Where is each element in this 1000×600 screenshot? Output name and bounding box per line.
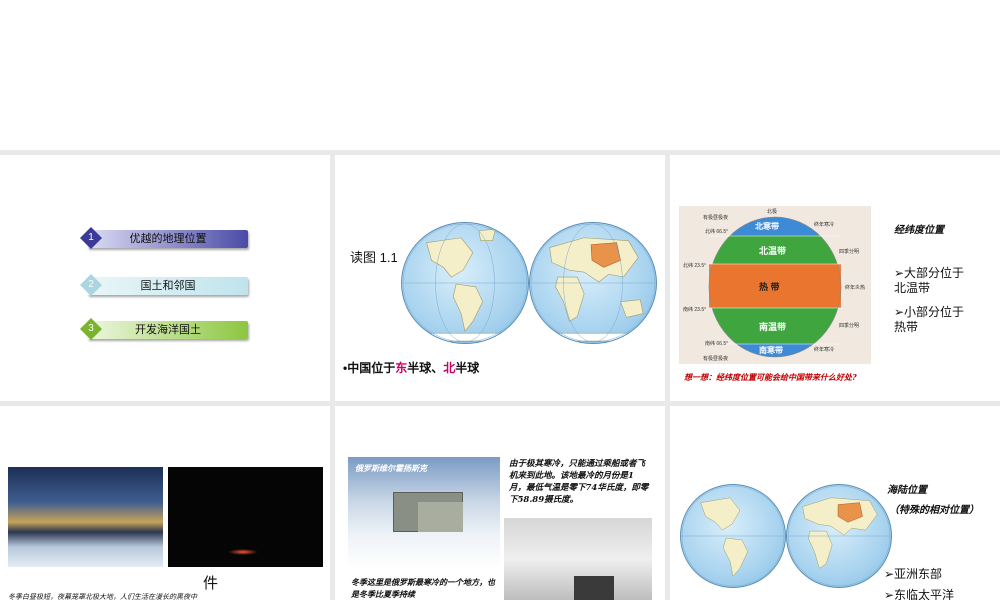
polar-day-north-label: 有极昼极夜 [703, 215, 729, 221]
land-sea-subheading: （特殊的相对位置） [889, 505, 979, 516]
arctic-circle-label: 北纬 66.5° [705, 229, 729, 235]
winter-text: 冬季这里是俄罗斯最寒冷的一个地方，也是冬季比夏季持续 [351, 577, 495, 599]
western-hemisphere-globe [401, 222, 529, 344]
menu-item-location[interactable]: 优越的地理位置 1 [80, 227, 248, 249]
slide-thumbnail-6[interactable]: 海陆位置 （特殊的相对位置） ➢亚洲东部 ➢东临太平洋 [670, 406, 1000, 600]
diamond-number-icon: 1 [80, 227, 102, 249]
night-caption: 冬季白昼极短，夜幕笼罩北极大地，人们生活在漫长的黑夜中 [8, 593, 197, 600]
menu-label: 优越的地理位置 [129, 233, 207, 245]
polar-night-photo [168, 467, 323, 567]
climate-paragraph: 由于极其寒冷，只能通过乘船或者飞机来到此地。该地最冷的月份是1月，最低气温是零下… [509, 459, 649, 505]
slide-thumbnail-1[interactable]: 优越的地理位置 1 国土和邻国 2 开发海洋国土 3 [0, 155, 330, 401]
slide-thumbnail-5[interactable]: 俄罗斯维尔霍扬斯克 由于极其寒冷，只能通过乘船或者飞机来到此地。该地最冷的月份是… [335, 406, 665, 600]
diamond-number-icon: 2 [80, 274, 102, 296]
think-question: 想一想：经纬度位置可能会给中国带来什么好处? [684, 372, 857, 382]
point-pacific: ➢东临太平洋 [884, 588, 955, 600]
menu-label: 开发海洋国土 [135, 324, 201, 336]
tropic-capricorn-label: 南纬 23.5° [683, 307, 707, 313]
slide-thumbnail-3[interactable]: 北寒带 北温带 热 带 南温带 南寒带 北极 有极昼极夜 北纬 66.5° 北纬… [670, 155, 1000, 401]
land-sea-heading: 海陆位置 [887, 485, 927, 496]
zone-north-temperate: 北温带 [759, 246, 787, 256]
seasons-north-label: 四季分明 [839, 249, 860, 255]
hemisphere-statement: •中国位于东半球、北半球 [343, 361, 480, 375]
point-east-asia: ➢亚洲东部 [884, 567, 943, 581]
lat-long-heading: 经纬度位置 [894, 225, 944, 236]
village-photo [504, 518, 652, 600]
eastern-hemisphere-globe [786, 484, 892, 588]
slide-thumbnail-4[interactable]: 件 冬季白昼极短，夜幕笼罩北极大地，人们生活在漫长的黑夜中 [0, 406, 330, 600]
zone-south-frigid: 南寒带 [759, 346, 783, 355]
seasons-south-label: 四季分明 [839, 323, 860, 329]
top-blank-area [0, 0, 1000, 150]
menu-label: 国土和邻国 [140, 280, 196, 292]
cold-north-label: 终年寒冷 [814, 222, 835, 228]
menu-item-ocean[interactable]: 开发海洋国土 3 [80, 318, 248, 340]
polar-sunset-photo [8, 467, 163, 567]
eastern-hemisphere-globe [529, 222, 657, 344]
slide-thumbnail-2[interactable]: 读图 1.1 •中国位于东半球、北半球 [335, 155, 665, 401]
north-pole-label: 北极 [767, 209, 778, 215]
overlay-char: 件 [203, 575, 219, 592]
western-hemisphere-globe [680, 484, 786, 588]
polar-day-south-label: 有极昼极夜 [703, 356, 729, 362]
zone-south-temperate: 南温带 [759, 322, 787, 332]
photo-title: 俄罗斯维尔霍扬斯克 [355, 463, 427, 473]
zone-tropical: 热 带 [759, 282, 780, 292]
point-mostly-temperate: ➢大部分位于 北温带 [894, 266, 965, 295]
antarctic-circle-label: 南纬 66.5° [705, 341, 729, 347]
menu-item-territory[interactable]: 国土和邻国 2 [80, 274, 248, 296]
cold-south-label: 终年寒冷 [814, 347, 835, 353]
tropic-cancer-label: 北纬 23.5° [683, 263, 707, 269]
always-hot-label: 终年炎热 [845, 285, 866, 291]
zone-north-frigid: 北寒带 [755, 222, 779, 231]
point-partly-tropical: ➢小部分位于 热带 [894, 305, 965, 334]
climate-zone-map: 北寒带 北温带 热 带 南温带 南寒带 北极 有极昼极夜 北纬 66.5° 北纬… [679, 206, 871, 364]
diamond-number-icon: 3 [80, 318, 102, 340]
read-figure-label: 读图 1.1 [350, 250, 398, 265]
